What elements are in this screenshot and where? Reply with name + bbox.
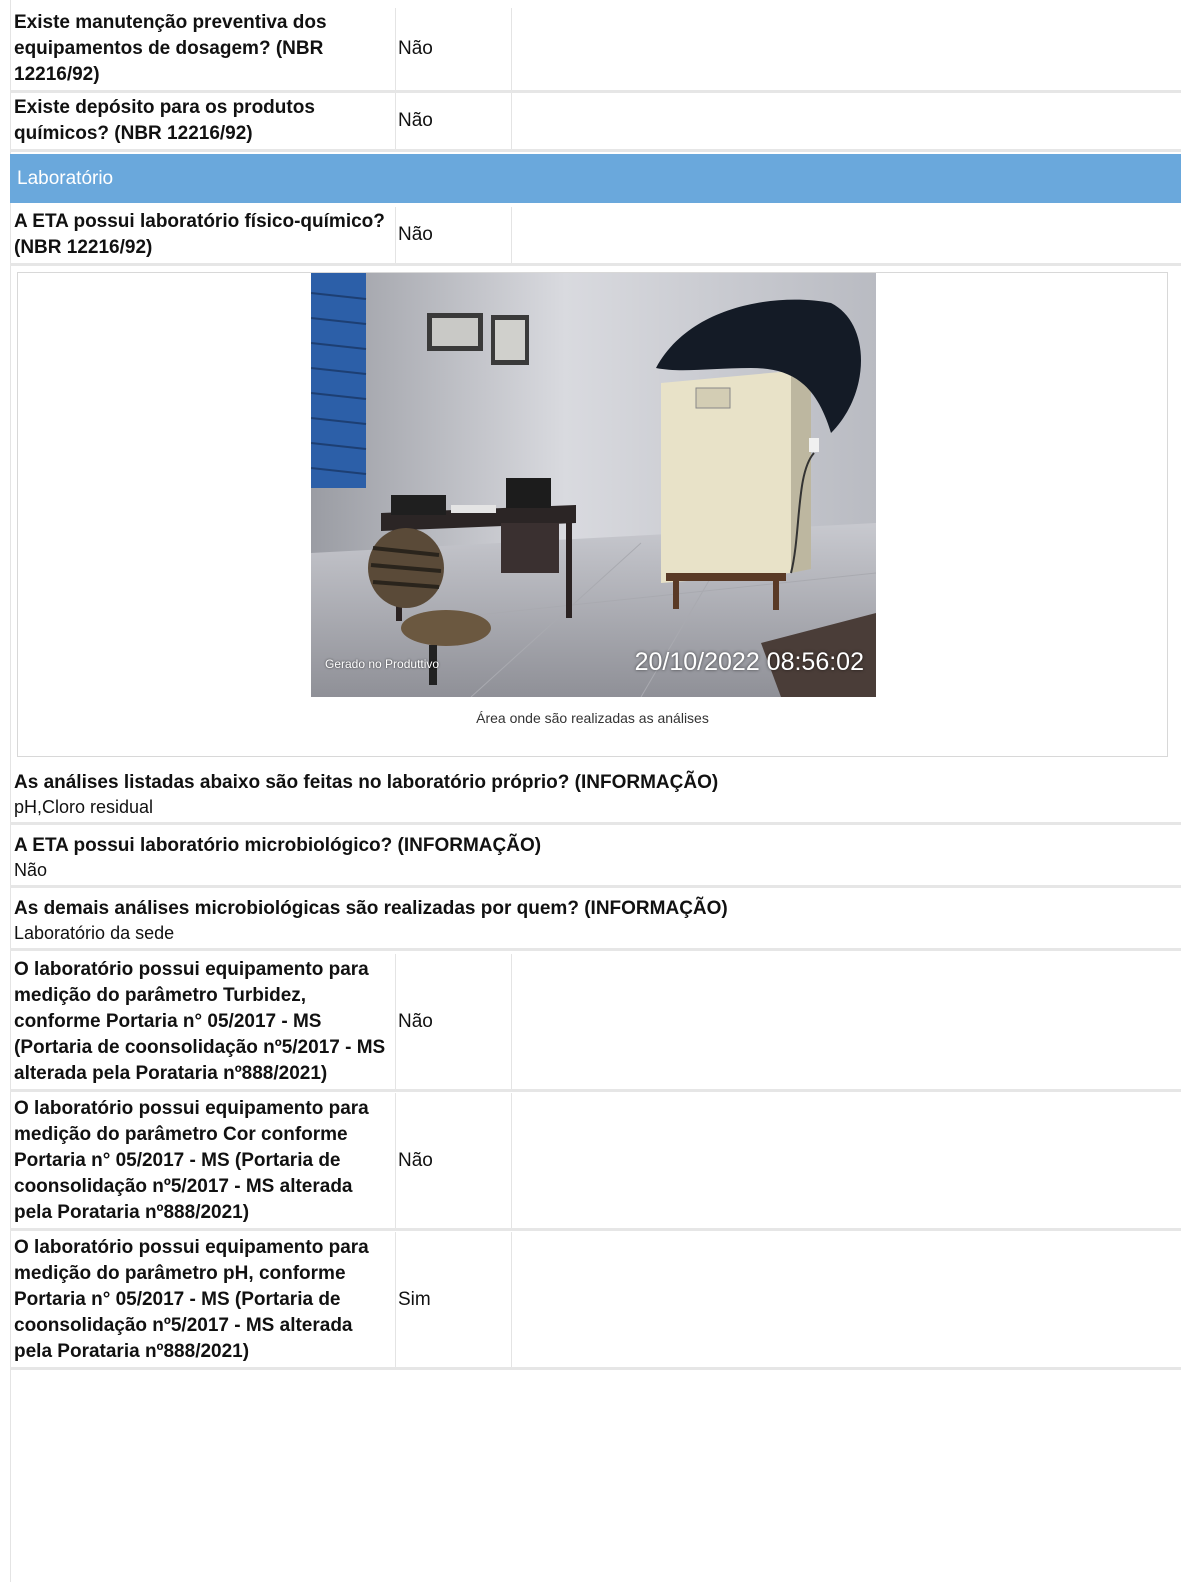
answer-value: Não bbox=[396, 93, 512, 149]
table-row: O laboratório possui equipamento para me… bbox=[10, 1232, 1181, 1370]
answer-value: Não bbox=[396, 1093, 512, 1228]
table-row: Existe manutenção preventiva dos equipam… bbox=[10, 8, 1181, 93]
question-label: O laboratório possui equipamento para me… bbox=[10, 1093, 396, 1228]
section-header: Laboratório bbox=[10, 154, 1181, 203]
info-answer: pH,Cloro residual bbox=[14, 797, 154, 817]
answer-value: Não bbox=[396, 207, 512, 263]
photo-card: Gerado no Produttivo 20/10/2022 08:56:02… bbox=[17, 272, 1168, 757]
table-row: O laboratório possui equipamento para me… bbox=[10, 954, 1181, 1092]
question-label: O laboratório possui equipamento para me… bbox=[10, 954, 396, 1089]
answer-value: Sim bbox=[396, 1232, 512, 1367]
info-answer: Não bbox=[14, 860, 48, 880]
photo-caption: Área onde são realizadas as análises bbox=[476, 710, 709, 726]
table-row: Existe depósito para os produtos químico… bbox=[10, 93, 1181, 152]
question-label: Existe depósito para os produtos químico… bbox=[10, 93, 396, 149]
info-answer: Laboratório da sede bbox=[14, 923, 175, 943]
question-label: A ETA possui laboratório físico-químico?… bbox=[10, 207, 396, 263]
info-row: As análises listadas abaixo são feitas n… bbox=[10, 765, 1181, 825]
table-row: O laboratório possui equipamento para me… bbox=[10, 1093, 1181, 1231]
info-question: As análises listadas abaixo são feitas n… bbox=[14, 772, 719, 793]
lab-photo[interactable]: Gerado no Produttivo 20/10/2022 08:56:02 bbox=[311, 273, 876, 697]
photo-watermark: Gerado no Produttivo bbox=[325, 657, 440, 671]
info-row: As demais análises microbiológicas são r… bbox=[10, 891, 1181, 951]
table-row: A ETA possui laboratório físico-químico?… bbox=[10, 207, 1181, 266]
info-question: As demais análises microbiológicas são r… bbox=[14, 898, 728, 919]
info-row: A ETA possui laboratório microbiológico?… bbox=[10, 828, 1181, 888]
info-question: A ETA possui laboratório microbiológico?… bbox=[14, 835, 542, 856]
answer-value: Não bbox=[396, 954, 512, 1089]
answer-value: Não bbox=[396, 8, 512, 90]
question-label: O laboratório possui equipamento para me… bbox=[10, 1232, 396, 1367]
photo-timestamp: 20/10/2022 08:56:02 bbox=[634, 648, 864, 676]
question-label: Existe manutenção preventiva dos equipam… bbox=[10, 8, 396, 90]
